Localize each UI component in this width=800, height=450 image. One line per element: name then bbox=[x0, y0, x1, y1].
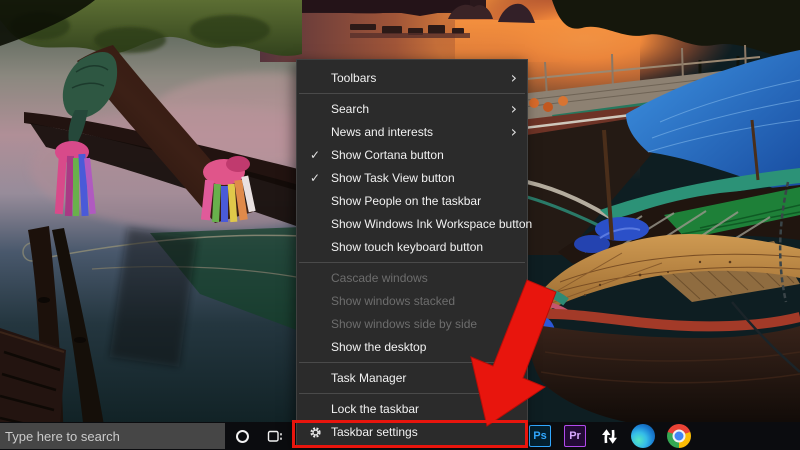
taskbar-app-edge[interactable] bbox=[631, 424, 655, 448]
menu-item-show-windows-side-by-side: Show windows side by side bbox=[331, 317, 478, 331]
transfer-arrows-icon bbox=[601, 428, 617, 444]
submenu-chevron-icon: › bbox=[510, 99, 517, 118]
taskbar-app-premiere[interactable]: Pr bbox=[564, 425, 586, 447]
search-placeholder: Type here to search bbox=[5, 428, 120, 444]
menu-item-cascade-windows: Cascade windows bbox=[331, 271, 428, 285]
menu-separator bbox=[299, 362, 525, 363]
taskbar-context-menu: Toolbars › Search › News and interests ›… bbox=[296, 59, 532, 448]
checkmark-icon: ✓ bbox=[309, 148, 321, 162]
menu-item-news-and-interests[interactable]: News and interests › bbox=[297, 121, 527, 144]
menu-item-task-manager[interactable]: Task Manager bbox=[297, 367, 527, 390]
cortana-button[interactable] bbox=[227, 422, 257, 450]
checkmark-icon: ✓ bbox=[309, 171, 321, 185]
photoshop-icon: Ps bbox=[533, 430, 547, 442]
menu-item-show-ink-workspace[interactable]: Show Windows Ink Workspace button bbox=[297, 213, 532, 236]
menu-item-show-cortana-button[interactable]: ✓ Show Cortana button bbox=[297, 144, 527, 167]
menu-item-show-people[interactable]: Show People on the taskbar bbox=[297, 190, 527, 213]
screen: Type here to search Ps Pr Toolbars › Sea… bbox=[0, 0, 800, 450]
menu-item-taskbar-settings[interactable]: Taskbar settings bbox=[297, 421, 527, 444]
submenu-chevron-icon: › bbox=[510, 122, 517, 141]
menu-item-show-touch-keyboard[interactable]: Show touch keyboard button bbox=[297, 236, 527, 259]
taskbar-app-photoshop[interactable]: Ps bbox=[529, 425, 551, 447]
submenu-chevron-icon: › bbox=[510, 68, 517, 87]
taskbar-app-chrome[interactable] bbox=[667, 424, 691, 448]
menu-item-show-task-view-button[interactable]: ✓ Show Task View button bbox=[297, 167, 527, 190]
menu-separator bbox=[299, 93, 525, 94]
cortana-ring-icon bbox=[235, 429, 249, 443]
menu-item-show-the-desktop[interactable]: Show the desktop bbox=[297, 336, 527, 359]
menu-item-show-windows-stacked: Show windows stacked bbox=[331, 294, 456, 308]
menu-separator bbox=[299, 393, 525, 394]
task-view-icon bbox=[267, 430, 282, 442]
menu-item-lock-the-taskbar[interactable]: Lock the taskbar bbox=[297, 398, 527, 421]
menu-separator bbox=[299, 262, 525, 263]
task-view-button[interactable] bbox=[259, 422, 289, 450]
gear-icon bbox=[305, 421, 325, 444]
menu-item-toolbars[interactable]: Toolbars › bbox=[297, 67, 527, 90]
premiere-icon: Pr bbox=[569, 430, 581, 442]
taskbar-app-transfer-arrows[interactable] bbox=[598, 425, 620, 447]
taskbar-search[interactable]: Type here to search bbox=[0, 423, 225, 449]
menu-item-search[interactable]: Search › bbox=[297, 98, 527, 121]
